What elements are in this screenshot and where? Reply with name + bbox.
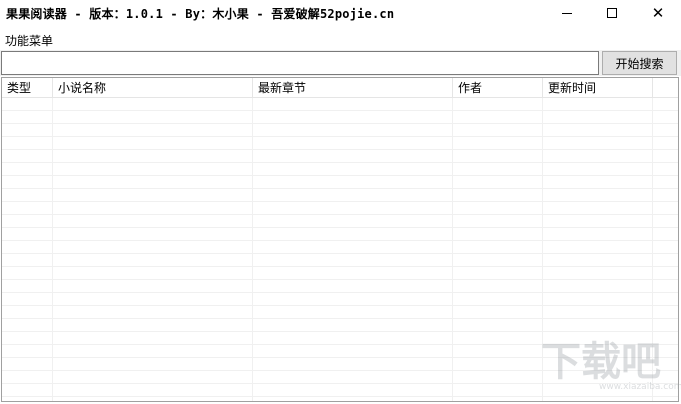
close-button[interactable]: ✕	[635, 0, 681, 26]
window-title: 果果阅读器 - 版本：1.0.1 - By：木小果 - 吾爱破解52pojie.…	[6, 7, 395, 21]
search-toolbar: 开始搜索	[0, 50, 681, 76]
column-header-type[interactable]: 类型	[2, 78, 53, 98]
column-header-novel-name[interactable]: 小说名称	[53, 78, 253, 98]
close-icon: ✕	[651, 4, 665, 22]
column-divider	[252, 98, 253, 401]
minimize-button[interactable]	[544, 0, 590, 26]
watermark-url: www.xiazaiba.com	[599, 382, 681, 392]
column-header-author[interactable]: 作者	[453, 78, 543, 98]
menu-bar: 功能菜单	[0, 28, 681, 50]
title-bar: 果果阅读器 - 版本：1.0.1 - By：木小果 - 吾爱破解52pojie.…	[0, 0, 681, 28]
search-input[interactable]	[1, 51, 599, 75]
start-search-button[interactable]: 开始搜索	[602, 51, 677, 75]
column-header-latest-chapter[interactable]: 最新章节	[253, 78, 453, 98]
watermark-logo: 下载吧	[541, 339, 661, 385]
column-header-update-time[interactable]: 更新时间	[543, 78, 653, 98]
maximize-button[interactable]	[589, 0, 635, 26]
menu-item-function-menu[interactable]: 功能菜单	[5, 32, 53, 49]
table-header: 类型 小说名称 最新章节 作者 更新时间	[2, 78, 678, 98]
column-divider	[52, 98, 53, 401]
watermark: 下载吧 www.xiazaiba.com	[541, 339, 681, 392]
minimize-icon	[562, 12, 572, 14]
maximize-icon	[607, 8, 617, 18]
column-divider	[452, 98, 453, 401]
